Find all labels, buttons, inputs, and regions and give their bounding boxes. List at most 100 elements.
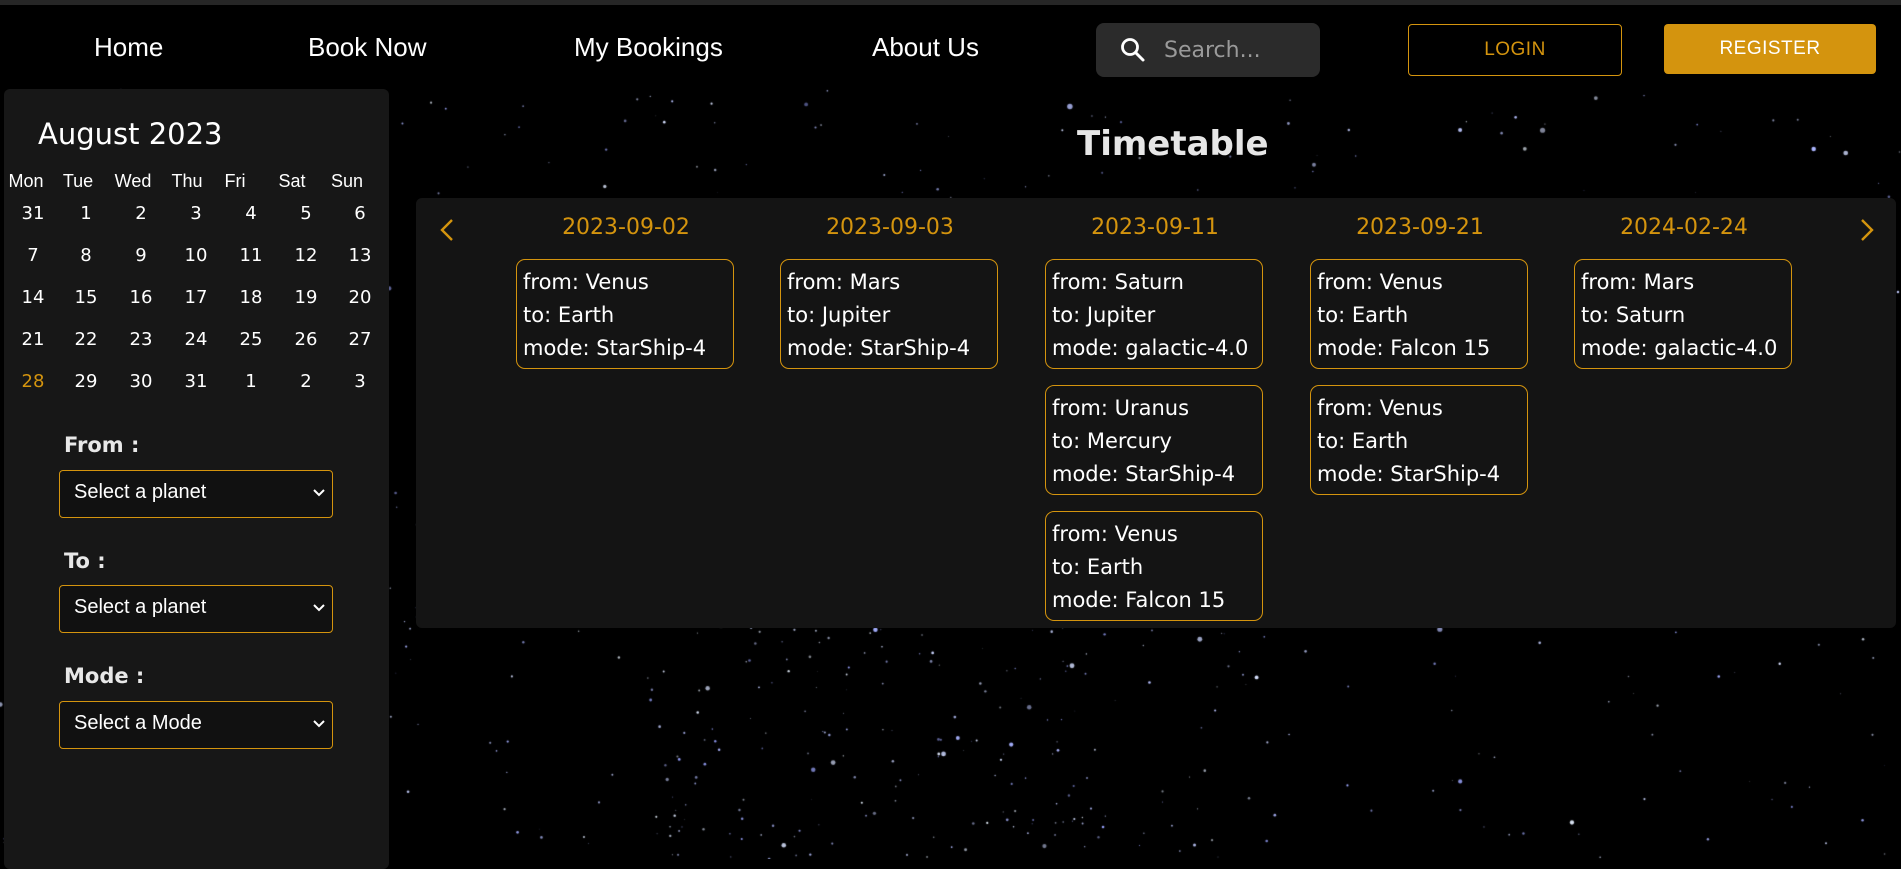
calendar-day-selected[interactable]: 28 (13, 371, 53, 392)
to-label: To : (64, 549, 106, 573)
trip-card[interactable]: from: Venus to: Earth mode: StarShip-4 (516, 259, 734, 369)
calendar-day[interactable]: 7 (13, 245, 53, 266)
chevron-down-icon (313, 604, 325, 612)
calendar-day[interactable]: 11 (231, 245, 271, 266)
weekday-label: Sun (330, 171, 364, 191)
calendar-day[interactable]: 30 (121, 371, 161, 392)
trip-to-text: to: Jupiter (787, 303, 891, 327)
chevron-down-icon (313, 720, 325, 728)
trip-from-text: from: Venus (1052, 522, 1178, 546)
timetable-title: Timetable (1077, 124, 1269, 164)
calendar-day[interactable]: 3 (176, 203, 216, 224)
calendar-day[interactable]: 27 (340, 329, 380, 350)
nav-about-us-link[interactable]: About Us (872, 32, 979, 63)
trip-mode-text: mode: Falcon 15 (1317, 336, 1491, 360)
trip-from-text: from: Uranus (1052, 396, 1190, 420)
weekday-label: Tue (62, 171, 94, 191)
calendar-day[interactable]: 14 (13, 287, 53, 308)
date-column-header: 2023-09-11 (1091, 215, 1219, 240)
from-label: From : (64, 433, 140, 457)
trip-card[interactable]: from: Mars to: Saturn mode: galactic-4.0 (1574, 259, 1792, 369)
sidebar: August 2023 Mon Tue Wed Thu Fri Sat Sun 31 1 2 3 4… (4, 89, 389, 869)
search-input[interactable] (1162, 32, 1316, 68)
calendar-day[interactable]: 26 (286, 329, 326, 350)
calendar-day[interactable]: 3 (340, 371, 380, 392)
calendar-day[interactable]: 17 (176, 287, 216, 308)
mode-label: Mode : (64, 664, 145, 688)
calendar-day[interactable]: 18 (231, 287, 271, 308)
trip-card[interactable]: from: Uranus to: Mercury mode: StarShip-4 (1045, 385, 1263, 495)
trip-mode-text: mode: Falcon 15 (1052, 588, 1226, 612)
to-select[interactable]: Select a planet (59, 585, 333, 633)
calendar-day[interactable]: 21 (13, 329, 53, 350)
trip-from-text: from: Venus (523, 270, 649, 294)
calendar-day[interactable]: 12 (286, 245, 326, 266)
trip-mode-text: mode: StarShip-4 (1317, 462, 1501, 486)
calendar-day[interactable]: 31 (13, 203, 53, 224)
trip-to-text: to: Saturn (1581, 303, 1686, 327)
search-box[interactable] (1096, 23, 1320, 77)
calendar-day[interactable]: 25 (231, 329, 271, 350)
date-column-header: 2023-09-21 (1356, 215, 1484, 240)
trip-to-text: to: Earth (1052, 555, 1144, 579)
date-column-header: 2023-09-03 (826, 215, 954, 240)
calendar-month-title: August 2023 (38, 117, 223, 151)
calendar-day[interactable]: 13 (340, 245, 380, 266)
chevron-down-icon (313, 489, 325, 497)
trip-to-text: to: Jupiter (1052, 303, 1156, 327)
calendar-day[interactable]: 15 (66, 287, 106, 308)
calendar-day[interactable]: 10 (176, 245, 216, 266)
chevron-right-icon[interactable] (1858, 216, 1876, 244)
calendar-day[interactable]: 4 (231, 203, 271, 224)
mode-select[interactable]: Select a Mode (59, 701, 333, 749)
register-button[interactable]: REGISTER (1664, 24, 1876, 74)
trip-mode-text: mode: StarShip-4 (787, 336, 971, 360)
calendar-day[interactable]: 23 (121, 329, 161, 350)
calendar-day[interactable]: 5 (286, 203, 326, 224)
trip-from-text: from: Saturn (1052, 270, 1184, 294)
calendar-day[interactable]: 1 (231, 371, 271, 392)
from-select-value: Select a planet (74, 481, 207, 503)
calendar-day[interactable]: 16 (121, 287, 161, 308)
nav-my-bookings-link[interactable]: My Bookings (574, 32, 723, 63)
weekday-label: Wed (114, 171, 152, 191)
from-select[interactable]: Select a planet (59, 470, 333, 518)
chevron-left-icon[interactable] (438, 216, 456, 244)
trip-mode-text: mode: galactic-4.0 (1581, 336, 1778, 360)
weekday-label: Mon (8, 171, 44, 191)
login-button[interactable]: LOGIN (1408, 24, 1622, 76)
calendar-day[interactable]: 29 (66, 371, 106, 392)
top-border (0, 0, 1901, 5)
trip-card[interactable]: from: Mars to: Jupiter mode: StarShip-4 (780, 259, 998, 369)
nav-book-now-link[interactable]: Book Now (308, 32, 427, 63)
timetable-panel: 2023-09-02 from: Venus to: Earth mode: Star… (416, 198, 1896, 628)
calendar-day[interactable]: 2 (121, 203, 161, 224)
calendar-day[interactable]: 31 (176, 371, 216, 392)
trip-card[interactable]: from: Venus to: Earth mode: Falcon 15 (1310, 259, 1528, 369)
calendar-day[interactable]: 24 (176, 329, 216, 350)
weekday-label: Sat (278, 171, 306, 191)
calendar-day[interactable]: 19 (286, 287, 326, 308)
calendar-day[interactable]: 6 (340, 203, 380, 224)
trip-from-text: from: Mars (787, 270, 901, 294)
calendar-day[interactable]: 22 (66, 329, 106, 350)
calendar-day[interactable]: 9 (121, 245, 161, 266)
nav-home-link[interactable]: Home (94, 32, 163, 63)
weekday-label: Fri (224, 171, 246, 191)
trip-to-text: to: Mercury (1052, 429, 1172, 453)
weekday-label: Thu (171, 171, 203, 191)
trip-to-text: to: Earth (1317, 303, 1409, 327)
trip-from-text: from: Venus (1317, 396, 1443, 420)
mode-select-value: Select a Mode (74, 712, 202, 734)
calendar-day[interactable]: 2 (286, 371, 326, 392)
date-column-header: 2023-09-02 (562, 215, 690, 240)
trip-card[interactable]: from: Saturn to: Jupiter mode: galactic-4.… (1045, 259, 1263, 369)
calendar-day[interactable]: 8 (66, 245, 106, 266)
calendar-day[interactable]: 1 (66, 203, 106, 224)
trip-card[interactable]: from: Venus to: Earth mode: Falcon 15 (1045, 511, 1263, 621)
to-select-value: Select a planet (74, 596, 207, 618)
trip-card[interactable]: from: Venus to: Earth mode: StarShip-4 (1310, 385, 1528, 495)
date-column-header: 2024-02-24 (1620, 215, 1748, 240)
calendar-day[interactable]: 20 (340, 287, 380, 308)
trip-to-text: to: Earth (523, 303, 615, 327)
